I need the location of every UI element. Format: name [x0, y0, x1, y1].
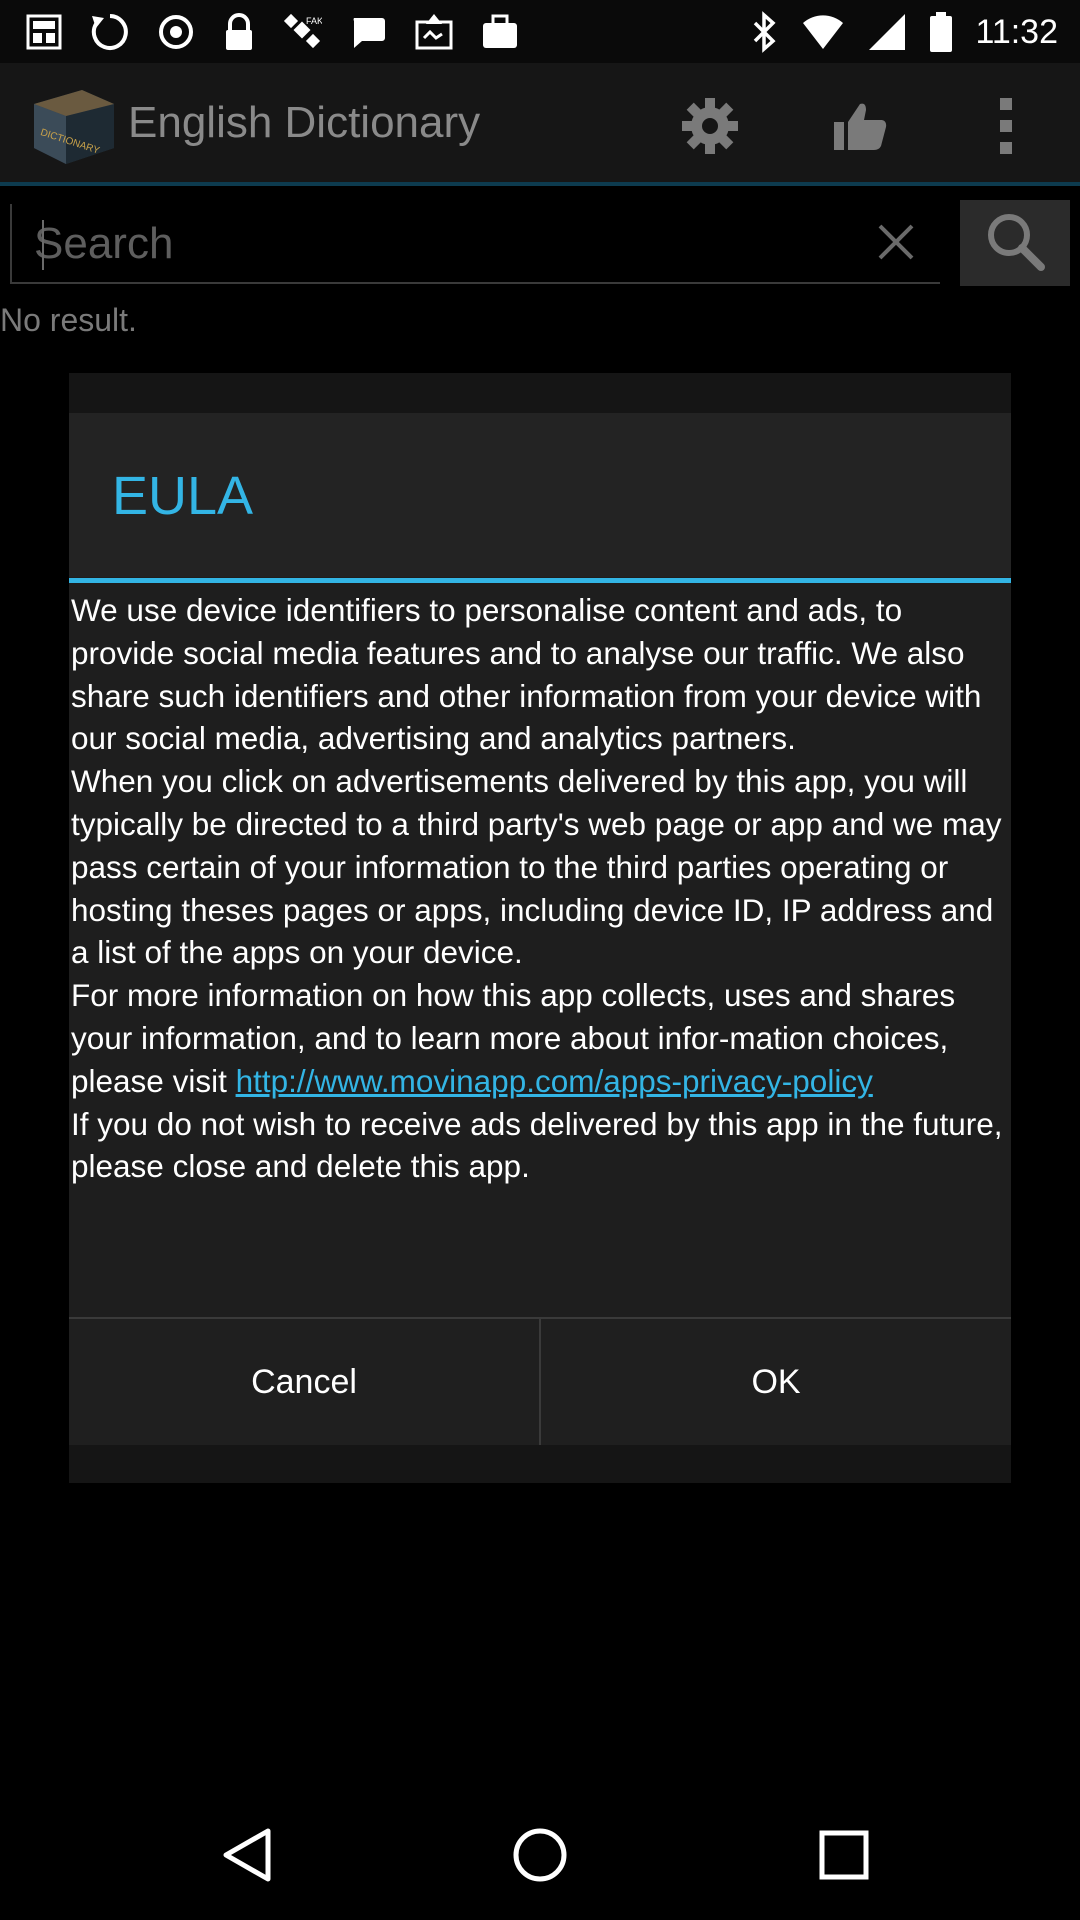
dialog-title-divider [69, 578, 1011, 583]
dialog-message: We use device identifiers to personalise… [69, 589, 1011, 1188]
clear-search-icon[interactable] [870, 216, 922, 268]
dialog-header: EULA [69, 413, 1011, 577]
dialog-title: EULA [112, 466, 254, 526]
dialog-button-bar: Cancel OK [69, 1317, 1011, 1445]
notification-icon [24, 12, 64, 52]
recents-button[interactable] [806, 1819, 882, 1895]
chat-icon [348, 12, 388, 52]
status-time: 11:32 [975, 12, 1058, 51]
thumbs-up-icon[interactable] [830, 96, 890, 156]
cancel-button[interactable]: Cancel [69, 1319, 541, 1445]
back-icon [218, 1825, 274, 1890]
eula-paragraph: If you do not wish to receive ads delive… [71, 1105, 1003, 1185]
bluetooth-icon [751, 11, 779, 53]
privacy-policy-link[interactable]: http://www.movinapp.com/apps-privacy-pol… [236, 1063, 873, 1099]
status-bar: FAKE 11:32 [0, 0, 1080, 63]
app-logo: DICTIONARY [30, 86, 116, 166]
status-notifications: FAKE [24, 10, 520, 54]
lock-icon [222, 12, 256, 52]
search-input[interactable] [32, 212, 852, 276]
eula-dialog: EULA We use device identifiers to person… [69, 413, 1011, 1445]
image-upload-icon [414, 12, 454, 52]
sync-icon [90, 12, 130, 52]
app-bar-divider [0, 182, 1080, 186]
recents-icon [816, 1827, 872, 1888]
text-cursor [42, 220, 44, 270]
home-button[interactable] [502, 1819, 578, 1895]
settings-gear-icon[interactable] [680, 96, 740, 156]
navigation-bar [0, 1794, 1080, 1920]
ok-button[interactable]: OK [541, 1319, 1011, 1445]
eula-paragraph: When you click on advertisements deliver… [71, 763, 1002, 971]
search-button[interactable] [960, 200, 1070, 286]
eula-paragraph: For more information on how this app col… [71, 974, 1009, 1102]
home-icon [510, 1825, 570, 1890]
status-system: 11:32 [751, 8, 1058, 56]
search-icon [983, 209, 1047, 278]
app-title: English Dictionary [128, 98, 481, 147]
briefcase-icon [480, 12, 520, 52]
location-icon [156, 12, 196, 52]
signal-icon [867, 12, 907, 52]
gps-satellite-icon: FAKE [282, 12, 322, 52]
eula-paragraph: We use device identifiers to personalise… [71, 592, 982, 757]
back-button[interactable] [208, 1819, 284, 1895]
search-field[interactable] [10, 204, 940, 284]
overflow-menu-icon[interactable] [976, 96, 1036, 156]
no-result-text: No result. [0, 302, 137, 338]
battery-icon [929, 11, 953, 53]
svg-text:FAKE: FAKE [306, 16, 322, 26]
wifi-icon [801, 13, 845, 51]
